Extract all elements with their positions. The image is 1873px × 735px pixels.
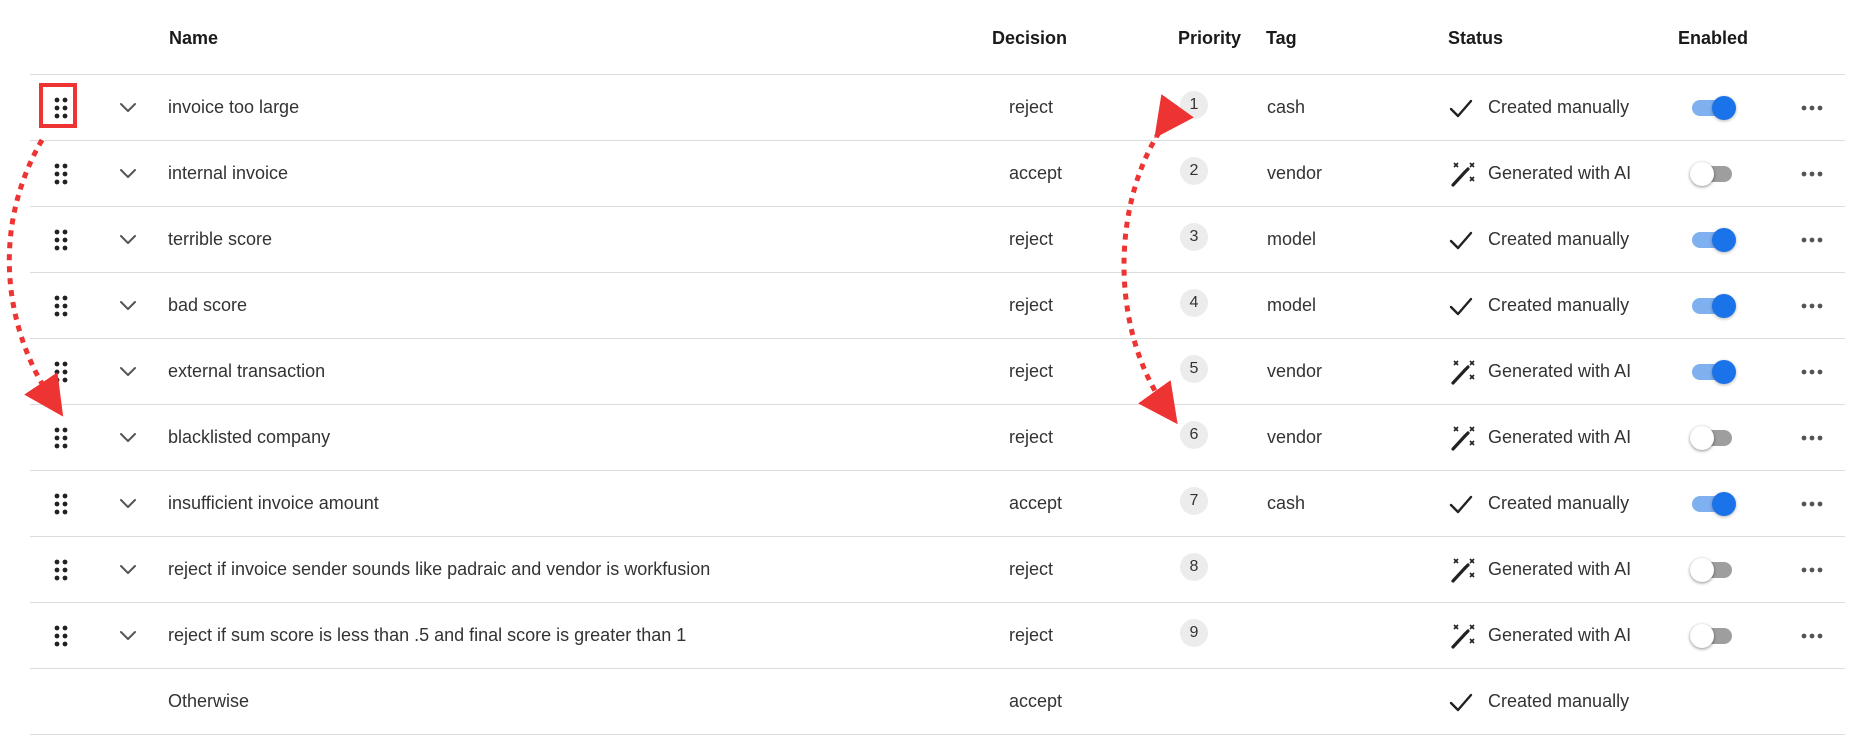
priority-arrow bbox=[1121, 94, 1194, 425]
reorder-annotation-arrows bbox=[6, 94, 1194, 425]
drag-arrow-left bbox=[6, 138, 64, 417]
